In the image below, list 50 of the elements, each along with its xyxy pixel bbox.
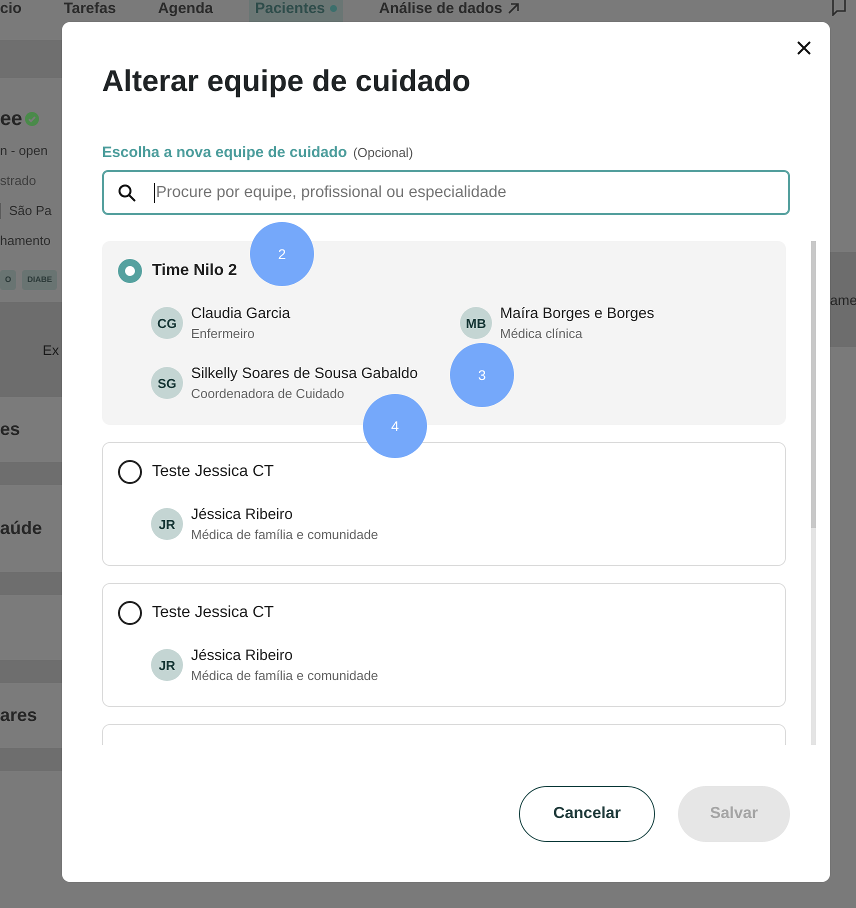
avatar: SG (151, 367, 183, 399)
member-role: Enfermeiro (191, 325, 256, 343)
search-field[interactable]: Procure por equipe, profissional ou especialidade (102, 170, 790, 215)
condition-tag: O (0, 270, 16, 290)
member-role: Médica de família e comunidade (191, 526, 378, 544)
member-name: Jéssica Ribeiro (191, 505, 294, 525)
optional-hint: (Opcional) (353, 144, 414, 162)
team-name: Teste Jessica CT (152, 463, 274, 481)
avatar: JR (151, 508, 183, 540)
radio-button[interactable] (118, 601, 142, 625)
nav-tab[interactable]: Análise de dados (373, 0, 526, 22)
dialog-title: Alterar equipe de cuidado (102, 64, 472, 100)
member-name: Claudia Garcia (191, 304, 290, 324)
section-title: aúde (0, 518, 42, 539)
nav-tab[interactable]: Tarefas (58, 0, 122, 22)
patient-detail: strado (0, 172, 38, 190)
search-icon (118, 184, 136, 202)
nav-tab[interactable]: Agenda (152, 0, 219, 22)
radio-button[interactable] (118, 460, 142, 484)
member-role: Coordenadora de Cuidado (191, 385, 346, 403)
member-name: Jéssica Ribeiro (191, 646, 294, 666)
condition-tag: DIABE (22, 270, 58, 290)
member-role: Médica clínica (500, 325, 584, 343)
search-input[interactable]: Procure por equipe, profissional ou especialidade (154, 182, 774, 202)
scrollbar[interactable] (811, 241, 816, 745)
patient-name: ee (0, 108, 22, 130)
member-name: Silkelly Soares de Sousa Gabaldo (191, 364, 418, 384)
close-icon (797, 41, 811, 55)
nav-tab[interactable]: Pacientes (248, 0, 344, 22)
field-label: Escolha a nova equipe de cuidado (102, 143, 348, 163)
nav-tab[interactable]: cio (0, 0, 28, 22)
member-role: Médica de família e comunidade (191, 667, 378, 685)
member-name: Maíra Borges e Borges (500, 304, 654, 324)
patient-location: São Pa (9, 202, 52, 220)
section-title: ares (0, 705, 38, 726)
avatar: JR (151, 649, 183, 681)
chat-icon[interactable] (832, 0, 846, 16)
tab-label: Ex (42, 342, 59, 358)
avatar: MB (460, 307, 492, 339)
team-card[interactable]: Teste Jessica CT JR Jéssica Ribeiro Médica de família e comunidade (102, 442, 786, 566)
avatar: CG (151, 307, 183, 339)
patient-detail: hamento (0, 232, 52, 250)
radio-button[interactable] (118, 259, 142, 283)
team-name: Teste Jessica CT (152, 604, 274, 622)
team-card[interactable]: Teste Jessica CT JR Jéssica Ribeiro Médica de família e comunidade (102, 583, 786, 707)
cancel-button[interactable]: Cancelar (519, 786, 655, 842)
section-title: es (0, 419, 20, 440)
patient-detail: n - open (0, 142, 49, 160)
check-icon (25, 112, 40, 126)
team-name: Time Nilo 2 (152, 262, 238, 280)
